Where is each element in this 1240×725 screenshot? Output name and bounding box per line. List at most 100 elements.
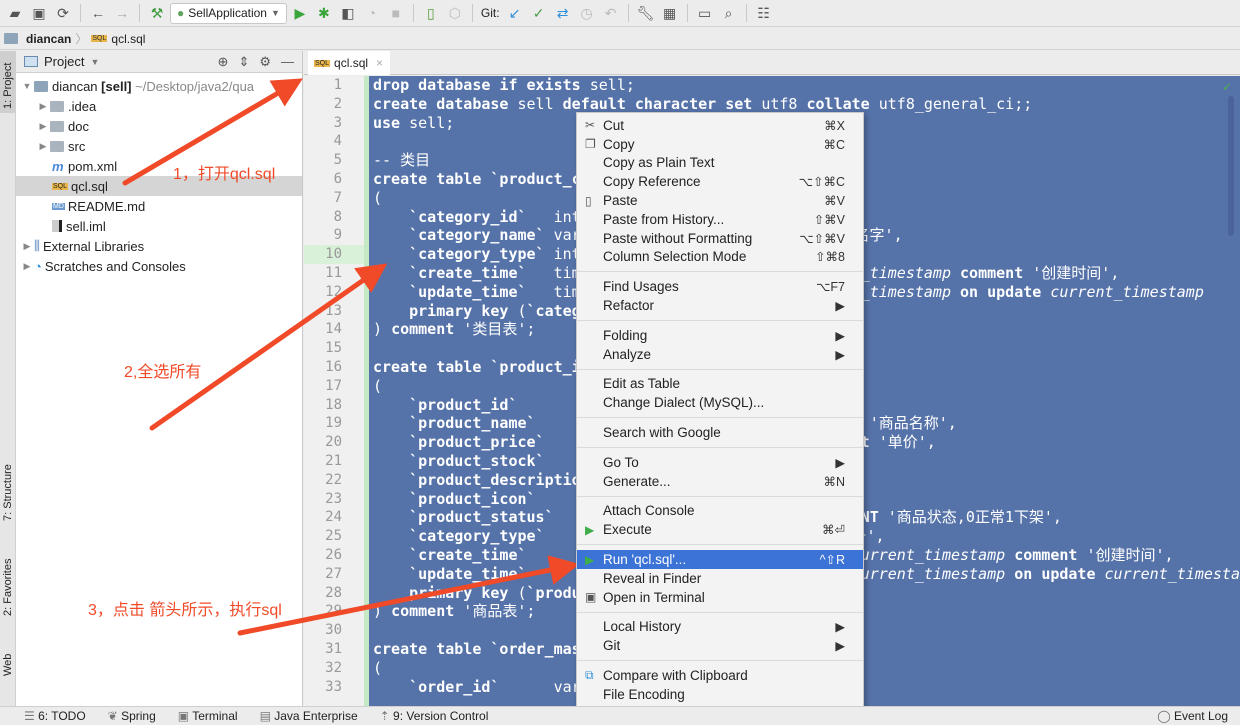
open-folder-icon[interactable]: ▰ xyxy=(4,2,26,24)
menu-item-go-to[interactable]: Go To ▶ xyxy=(577,453,863,472)
menu-item-refactor[interactable]: Refactor ▶ xyxy=(577,296,863,315)
menu-item-copy-reference[interactable]: Copy Reference ⌥⇧⌘C xyxy=(577,172,863,191)
save-icon[interactable]: ▣ xyxy=(28,2,50,24)
stop-icon[interactable]: ■ xyxy=(385,2,407,24)
menu-item-analyze[interactable]: Analyze ▶ xyxy=(577,345,863,364)
forward-icon[interactable]: → xyxy=(111,2,133,24)
project-view-dropdown[interactable]: Project xyxy=(44,54,84,69)
tool-tab-version-control[interactable]: ⇡ 9: Version Control xyxy=(380,709,489,723)
menu-separator xyxy=(577,544,863,546)
line-number: 18 xyxy=(325,396,342,413)
sync-icon[interactable]: ⟳ xyxy=(52,2,74,24)
tool-tab-todo[interactable]: ☰ 6: TODO xyxy=(24,709,86,723)
menu-item-folding[interactable]: Folding ▶ xyxy=(577,326,863,345)
git-compare-icon[interactable]: ⇄ xyxy=(552,2,574,24)
git-revert-icon[interactable]: ↶ xyxy=(600,2,622,24)
tree-item-scratches[interactable]: ▶ ◔ Scratches and Consoles xyxy=(16,256,302,276)
expand-arrow-icon[interactable]: ▶ xyxy=(20,241,34,252)
profile-icon[interactable]: ◔ xyxy=(361,2,383,24)
tool-tab-project[interactable]: 1: Project xyxy=(0,51,16,113)
expand-arrow-icon[interactable]: ▶ xyxy=(36,101,50,112)
menu-item-column-selection-mode[interactable]: Column Selection Mode ⇧⌘8 xyxy=(577,248,863,267)
back-icon[interactable]: ← xyxy=(87,2,109,24)
expand-arrow-icon[interactable]: ▶ xyxy=(20,261,34,272)
database-icon[interactable]: ☷ xyxy=(753,2,775,24)
coverage-icon[interactable]: ◧ xyxy=(337,2,359,24)
code-line[interactable]: create database sell default character s… xyxy=(369,95,1240,114)
menu-item-find-usages[interactable]: Find Usages ⌥F7 xyxy=(577,277,863,296)
breadcrumb-project[interactable]: diancan xyxy=(26,32,71,46)
tool-tab-web[interactable]: Web xyxy=(2,654,14,676)
inspection-ok-icon[interactable]: ✓ xyxy=(1222,80,1232,94)
menu-item-local-history[interactable]: Local History ▶ xyxy=(577,618,863,637)
expand-arrow-icon[interactable]: ▶ xyxy=(36,121,50,132)
menu-item-attach-console[interactable]: Attach Console xyxy=(577,502,863,521)
terminal-label: Terminal xyxy=(192,709,238,723)
editor-scrollbar[interactable] xyxy=(1228,96,1234,236)
menu-item-paste-from-history[interactable]: Paste from History... ⇧⌘V xyxy=(577,210,863,229)
hide-minimize-icon[interactable]: — xyxy=(281,54,294,70)
debug-bug-icon[interactable]: ✱ xyxy=(313,2,335,24)
menu-item-execute[interactable]: ▶ Execute ⌘⏎ xyxy=(577,520,863,539)
search-icon[interactable]: ⌕ xyxy=(718,2,740,24)
project-structure-icon[interactable]: ▦ xyxy=(659,2,681,24)
locate-target-icon[interactable]: ⊕ xyxy=(218,54,229,70)
tree-item-external-libraries[interactable]: ▶ ⫼ External Libraries xyxy=(16,236,302,256)
tree-root[interactable]: ▼ diancan [sell] ~/Desktop/java2/qua xyxy=(16,76,302,96)
build-hammer-icon[interactable]: ⚒ xyxy=(146,2,168,24)
code-line[interactable]: drop database if exists sell; xyxy=(369,76,1240,95)
markdown-file-icon: MD xyxy=(52,202,65,210)
tab-qcl-sql[interactable]: SQL qcl.sql × xyxy=(308,51,390,75)
menu-item-reveal-in-finder[interactable]: Reveal in Finder xyxy=(577,569,863,588)
menu-item-paste-without-formatting[interactable]: Paste without Formatting ⌥⇧⌘V xyxy=(577,229,863,248)
tool-tab-structure[interactable]: 7: Structure xyxy=(2,464,14,521)
run-icon[interactable]: ▶ xyxy=(289,2,311,24)
tool-tab-terminal[interactable]: ▣ Terminal xyxy=(178,709,238,723)
menu-item-paste[interactable]: ▯ Paste ⌘V xyxy=(577,191,863,210)
expand-arrow-icon[interactable]: ▶ xyxy=(36,141,50,152)
line-number: 28 xyxy=(325,584,342,601)
event-log-button[interactable]: ◯ Event Log xyxy=(1157,709,1228,723)
android-device-icon[interactable]: ▯ xyxy=(420,2,442,24)
editor-context-menu: ✂ Cut ⌘X ❐ Copy ⌘C Copy as Plain Text Copy Refe… xyxy=(576,112,864,725)
menu-item-generate[interactable]: Generate... ⌘N xyxy=(577,472,863,491)
menu-item-edit-as-table[interactable]: Edit as Table xyxy=(577,375,863,394)
annotation-step-2: 2,全选所有 xyxy=(124,364,202,381)
menu-separator xyxy=(577,271,863,273)
breadcrumb-file[interactable]: qcl.sql xyxy=(111,32,145,46)
git-history-clock-icon[interactable]: ◷ xyxy=(576,2,598,24)
menu-item-copy[interactable]: ❐ Copy ⌘C xyxy=(577,135,863,154)
chevron-down-icon[interactable]: ▼ xyxy=(90,57,99,67)
tree-item-src[interactable]: ▶ src xyxy=(16,136,302,156)
menu-item-run-qcl-sql[interactable]: ▶ Run 'qcl.sql'... ^⇧R xyxy=(577,550,863,569)
menu-item-cut[interactable]: ✂ Cut ⌘X xyxy=(577,116,863,135)
tool-tab-java-enterprise[interactable]: ▤ Java Enterprise xyxy=(260,709,358,723)
close-icon[interactable]: × xyxy=(376,56,383,70)
settings-wrench-icon[interactable]: 🔧︎ xyxy=(635,2,657,24)
collapse-all-icon[interactable]: ⇕ xyxy=(238,54,249,70)
tool-tab-favorites[interactable]: 2: Favorites xyxy=(2,559,14,616)
menu-item-change-dialect-mysql[interactable]: Change Dialect (MySQL)... xyxy=(577,393,863,412)
menu-item-label: Copy xyxy=(603,136,635,152)
menu-item-search-with-google[interactable]: Search with Google xyxy=(577,423,863,442)
line-number: 2 xyxy=(333,95,342,112)
gear-icon[interactable]: ⚙ xyxy=(259,54,271,70)
menu-item-copy-as-plain-text[interactable]: Copy as Plain Text xyxy=(577,154,863,173)
tree-item-label: src xyxy=(68,138,86,154)
expand-arrow-icon[interactable]: ▼ xyxy=(20,81,34,91)
line-number: 19 xyxy=(325,415,342,432)
tree-item-readme[interactable]: MD README.md xyxy=(16,196,302,216)
tool-tab-spring[interactable]: ❦ Spring xyxy=(108,709,156,723)
menu-item-file-encoding[interactable]: File Encoding xyxy=(577,685,863,704)
menu-item-open-in-terminal[interactable]: ▣ Open in Terminal xyxy=(577,588,863,607)
tree-item-sell-iml[interactable]: sell.iml xyxy=(16,216,302,236)
git-commit-check-icon[interactable]: ✓ xyxy=(528,2,550,24)
tree-item-doc[interactable]: ▶ doc xyxy=(16,116,302,136)
run-config-dropdown[interactable]: ● SellApplication ▼ xyxy=(170,2,287,24)
tree-item-idea[interactable]: ▶ .idea xyxy=(16,96,302,116)
menu-item-git[interactable]: Git ▶ xyxy=(577,636,863,655)
git-update-icon[interactable]: ↙ xyxy=(504,2,526,24)
sdk-manager-icon[interactable]: ⬡ xyxy=(444,2,466,24)
terminal-window-icon[interactable]: ▭ xyxy=(694,2,716,24)
menu-item-compare-with-clipboard[interactable]: ⧉ Compare with Clipboard xyxy=(577,666,863,685)
